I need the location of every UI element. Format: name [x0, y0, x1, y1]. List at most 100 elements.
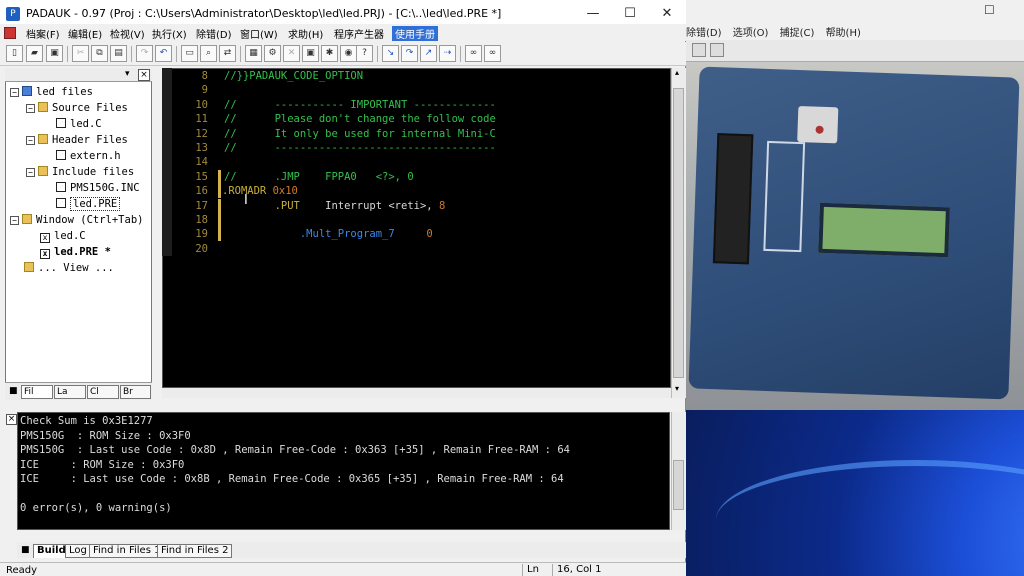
code-line[interactable]: 9	[162, 83, 671, 97]
tab-files[interactable]: Fil	[21, 385, 53, 399]
line-number: 10	[195, 98, 208, 111]
new-file-icon[interactable]: ▯	[6, 45, 23, 62]
ice-icon[interactable]: ✱	[321, 45, 338, 62]
code-line[interactable]: 10 // ----------- IMPORTANT -------------	[162, 98, 671, 112]
collapse-icon[interactable]: −	[26, 104, 35, 113]
window-title: PADAUK - 0.97 (Proj : C:\Users\Administr…	[26, 7, 502, 20]
tree-view-item[interactable]: ... View ...	[24, 260, 114, 276]
menu-manual[interactable]: 使用手册	[392, 26, 438, 41]
tree-file-item[interactable]: PMS150G.INC	[56, 180, 140, 196]
toolbar-divider	[131, 46, 132, 62]
close-doc-icon[interactable]: x	[40, 249, 50, 259]
doc-icon[interactable]	[4, 27, 16, 39]
tree-window-item[interactable]: x led.C	[40, 228, 86, 244]
paste-icon[interactable]: ▤	[110, 45, 127, 62]
code-line[interactable]: 18	[162, 213, 671, 227]
dropdown-icon[interactable]: ▾	[125, 69, 130, 79]
tab-find-2[interactable]: Find in Files 2	[157, 544, 233, 558]
output-line: ICE : ROM Size : 0x3F0	[20, 458, 185, 471]
close-doc-icon[interactable]: x	[40, 233, 50, 243]
bg-menu-help[interactable]: 帮助(H)	[826, 28, 861, 39]
toolbar-divider	[240, 46, 241, 62]
output-close-icon[interactable]: ×	[6, 414, 17, 425]
tree-close-icon[interactable]: ×	[138, 69, 150, 81]
copy-icon[interactable]: ⧉	[91, 45, 108, 62]
tree-window-group[interactable]: − Window (Ctrl+Tab)	[10, 212, 143, 228]
tab-find-1[interactable]: Find in Files 1	[89, 544, 165, 558]
editor-hscroll[interactable]	[162, 388, 671, 398]
line-number: 17	[195, 199, 208, 212]
bg-menu-options[interactable]: 选项(O)	[733, 28, 769, 39]
maximize-icon[interactable]: ☐	[984, 3, 995, 17]
bg-menu-capture[interactable]: 捕捉(C)	[780, 28, 815, 39]
status-position: 16, Col 1	[552, 564, 670, 576]
change-marker	[218, 184, 221, 199]
find-in-files-icon[interactable]: ⌕	[200, 45, 217, 62]
stop-build-icon[interactable]: ✕	[283, 45, 300, 62]
window-icon[interactable]: ▭	[181, 45, 198, 62]
menu-edit[interactable]: 编辑(E)	[68, 26, 102, 41]
step-over-icon[interactable]: ↷	[401, 45, 418, 62]
tab-browse[interactable]: Br	[120, 385, 151, 399]
collapse-icon[interactable]: −	[10, 88, 19, 97]
code-line[interactable]: 13 // -----------------------------------	[162, 141, 671, 155]
tab-classes[interactable]: Cl	[87, 385, 119, 399]
tree-root[interactable]: − led files	[10, 84, 93, 100]
scroll-up-icon[interactable]: ▴	[675, 68, 679, 77]
toolbar-button-icon[interactable]	[710, 43, 724, 57]
menu-code-generator[interactable]: 程序产生器	[334, 26, 384, 41]
collapse-icon[interactable]: −	[10, 216, 19, 225]
code-line[interactable]: 20	[162, 242, 671, 256]
code-line[interactable]: 12 // It only be used for internal Mini-C	[162, 127, 671, 141]
toolbar-button-icon[interactable]	[692, 43, 706, 57]
menu-view[interactable]: 检视(V)	[110, 26, 145, 41]
editor-vscroll-thumb[interactable]	[673, 88, 684, 378]
tree-window-item-active[interactable]: x led.PRE *	[40, 244, 111, 260]
bg-menu-debug[interactable]: 除错(D)	[686, 28, 722, 39]
menu-file[interactable]: 档案(F)	[26, 26, 60, 41]
replace-icon[interactable]: ⇄	[219, 45, 236, 62]
tab-log[interactable]: Log	[65, 544, 91, 558]
collapse-icon[interactable]: −	[26, 136, 35, 145]
find-next-icon[interactable]: ∞	[484, 45, 501, 62]
scroll-down-icon[interactable]: ▾	[675, 384, 679, 393]
code-line[interactable]: 8 //}}PADAUK_CODE_OPTION	[162, 69, 671, 83]
tree-folder-include[interactable]: − Include files	[26, 164, 134, 180]
menu-bar: 档案(F) 编辑(E) 检视(V) 执行(X) 除错(D) 窗口(W) 求助(H…	[0, 24, 686, 62]
save-icon[interactable]: ▣	[46, 45, 63, 62]
open-folder-icon[interactable]: ▰	[26, 45, 43, 62]
tree-folder-source[interactable]: − Source Files	[26, 100, 128, 116]
code-line[interactable]: 16 .ROMADR 0x10	[162, 184, 671, 199]
tree-folder-header[interactable]: − Header Files	[26, 132, 128, 148]
build-icon[interactable]: ▦	[245, 45, 262, 62]
tree-file-item[interactable]: extern.h	[56, 148, 121, 164]
menu-window[interactable]: 窗口(W)	[240, 26, 278, 41]
tab-label: Cl	[90, 387, 99, 397]
tab-indicator-icon: ■	[21, 545, 30, 555]
run-icon[interactable]: ◉	[340, 45, 357, 62]
help-icon[interactable]: ?	[356, 45, 373, 62]
code-line[interactable]: 15 // .JMP FPPA0 <?>, 0	[162, 169, 671, 184]
tree-file-item[interactable]: led.C	[56, 116, 102, 132]
code-line[interactable]: 14	[162, 155, 671, 169]
binoculars-icon[interactable]: ∞	[465, 45, 482, 62]
menu-execute[interactable]: 执行(X)	[152, 26, 187, 41]
collapse-icon[interactable]: −	[26, 168, 35, 177]
step-into-icon[interactable]: ↘	[382, 45, 399, 62]
code-line[interactable]: 19 .Mult_Program_7 0	[162, 227, 671, 242]
code-line[interactable]: 11 // Please don't change the follow code	[162, 112, 671, 126]
menu-debug[interactable]: 除错(D)	[196, 26, 232, 41]
redo-icon[interactable]: ↷	[136, 45, 153, 62]
code-line[interactable]: 17 .PUT Interrupt <reti>, 8	[162, 198, 671, 213]
tree-file-item-selected[interactable]: led.PRE	[56, 196, 121, 212]
menu-help[interactable]: 求助(H)	[288, 26, 323, 41]
run-to-cursor-icon[interactable]: ⇢	[439, 45, 456, 62]
writer-icon[interactable]: ▣	[302, 45, 319, 62]
cut-icon[interactable]: ✂	[72, 45, 89, 62]
ide-window: P PADAUK - 0.97 (Proj : C:\Users\Adminis…	[0, 0, 686, 576]
output-vscroll-thumb[interactable]	[673, 460, 684, 510]
tab-labels[interactable]: La	[54, 385, 86, 399]
step-out-icon[interactable]: ↗	[420, 45, 437, 62]
compile-icon[interactable]: ⚙	[264, 45, 281, 62]
undo-icon[interactable]: ↶	[155, 45, 172, 62]
